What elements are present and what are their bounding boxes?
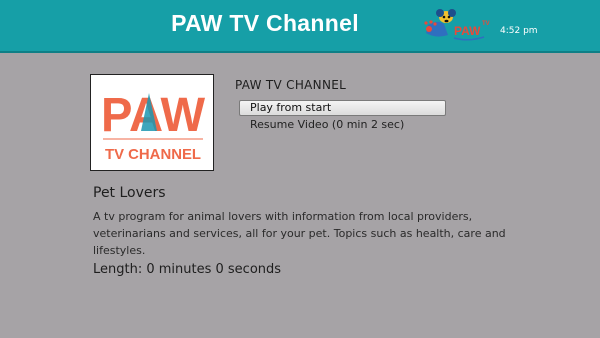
resume-video-button[interactable]: Resume Video (0 min 2 sec) bbox=[250, 118, 404, 131]
svg-text:PAW: PAW bbox=[454, 24, 481, 38]
header-bar: PAW TV Channel PAW TV 4:52 pm bbox=[0, 0, 600, 53]
clock-time: 4:52 pm bbox=[500, 26, 538, 36]
show-heading: PAW TV CHANNEL bbox=[235, 78, 347, 92]
description-title: Pet Lovers bbox=[93, 185, 166, 201]
svg-text:TV CHANNEL: TV CHANNEL bbox=[105, 146, 201, 163]
video-length: Length: 0 minutes 0 seconds bbox=[93, 262, 282, 277]
paw-tv-logo-icon: PAW TV bbox=[424, 9, 490, 41]
description-body: A tv program for animal lovers with info… bbox=[93, 210, 506, 257]
channel-poster: PAW TV CHANNEL bbox=[90, 74, 214, 171]
play-from-start-button[interactable]: Play from start bbox=[239, 100, 446, 116]
svg-text:TV: TV bbox=[482, 21, 490, 27]
paw-tv-channel-poster-icon: PAW TV CHANNEL bbox=[91, 75, 213, 170]
